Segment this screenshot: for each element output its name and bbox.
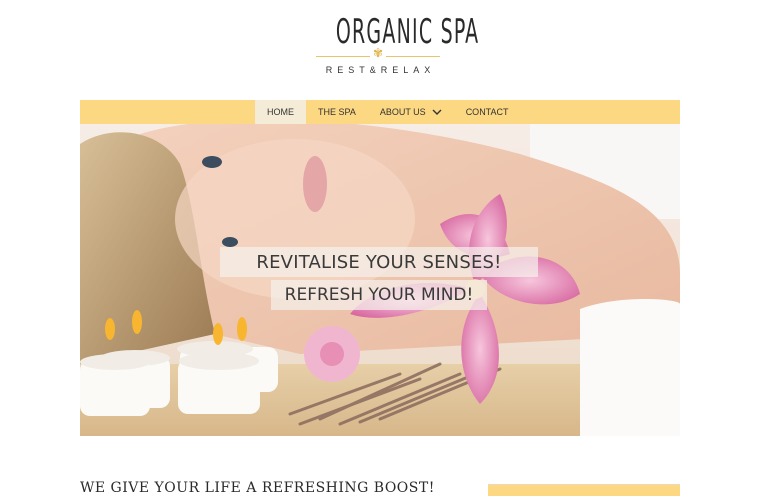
nav-item-label: CONTACT — [465, 107, 509, 117]
nav-item-home[interactable]: HOME — [255, 100, 306, 124]
main-nav: HOME THE SPA ABOUT US CONTACT — [80, 100, 680, 124]
hero-headline: REVITALISE YOUR SENSES! — [220, 247, 538, 277]
sidebar-box — [488, 484, 680, 496]
hero-subheadline: REFRESH YOUR MIND! — [271, 280, 487, 310]
chevron-down-icon — [432, 109, 442, 115]
pink-daisy — [304, 326, 360, 382]
divider-line-right — [386, 56, 440, 57]
site-logo[interactable]: ORGANIC SPA ✾ REST&RELAX — [310, 12, 478, 75]
flower-icon: ✾ — [372, 46, 384, 60]
logo-divider: ✾ — [310, 46, 446, 62]
nav-item-label: HOME — [267, 107, 294, 117]
nav-item-contact[interactable]: CONTACT — [454, 100, 521, 124]
nav-item-the-spa[interactable]: THE SPA — [306, 100, 368, 124]
nav-item-label: ABOUT US — [379, 107, 426, 117]
divider-line-left — [316, 56, 370, 57]
hero-banner: REVITALISE YOUR SENSES! REFRESH YOUR MIN… — [80, 124, 680, 436]
nav-item-label: THE SPA — [318, 107, 356, 117]
section-heading: WE GIVE YOUR LIFE A REFRESHING BOOST! — [80, 480, 435, 496]
logo-tagline: REST&RELAX — [325, 65, 436, 75]
nav-item-about-us[interactable]: ABOUT US — [368, 100, 454, 124]
